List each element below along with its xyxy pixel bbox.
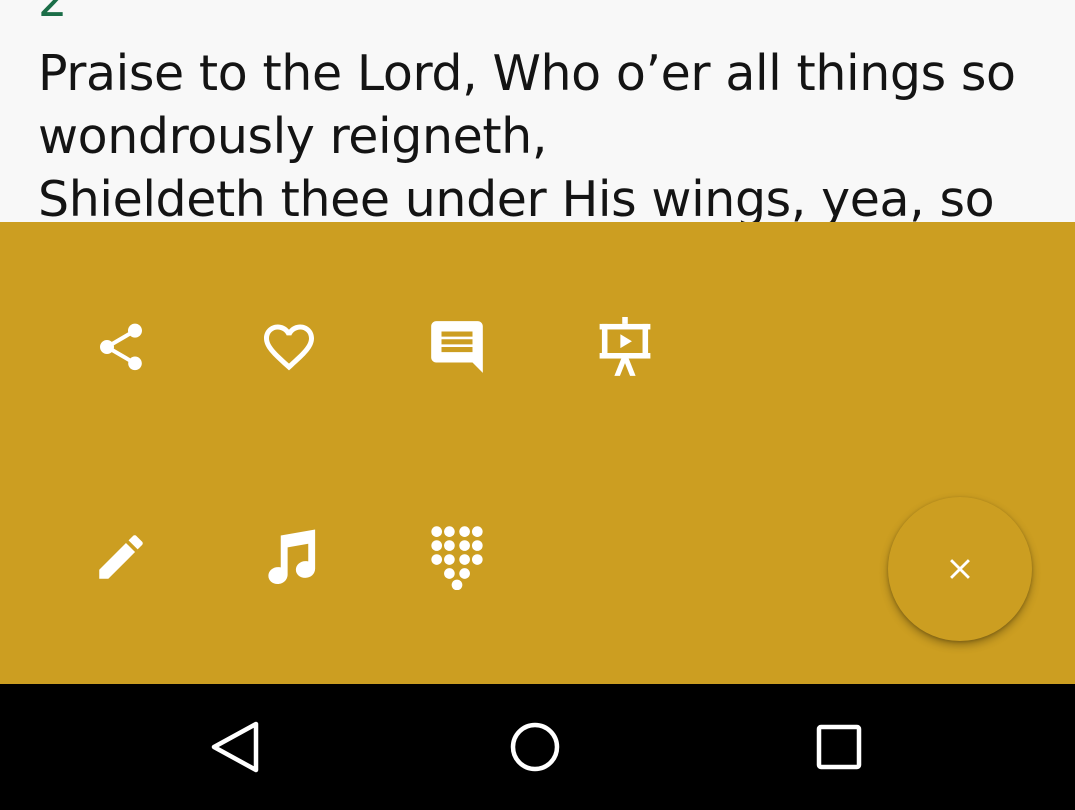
favorite-button[interactable] [244,302,334,392]
close-icon [950,559,970,579]
recents-icon [816,724,862,770]
share-button[interactable] [76,302,166,392]
presentation-button[interactable] [580,302,670,392]
pencil-icon [99,535,143,579]
presentation-icon [599,317,651,376]
dialpad-icon [431,526,483,590]
system-navigation-bar [0,684,1075,810]
lyrics-view: 2 Praise to the Lord, Who o’er all thing… [0,0,1075,222]
music-button[interactable] [244,512,334,602]
back-icon [211,721,259,773]
music-note-icon [268,529,316,584]
recents-button[interactable] [804,712,874,782]
close-fab-button[interactable] [888,497,1032,641]
action-panel [0,222,1075,684]
verse-number: 2 [38,0,68,27]
back-button[interactable] [198,712,268,782]
share-icon [100,323,142,371]
comment-icon [431,321,483,373]
dialpad-button[interactable] [412,512,502,602]
comment-button[interactable] [412,302,502,392]
home-icon [510,722,560,772]
heart-icon [264,324,314,371]
verse-line: Praise to the Lord, Who o’er all things … [38,45,1016,102]
home-button[interactable] [500,712,570,782]
edit-button[interactable] [76,512,166,602]
verse-line: wondrously reigneth, [38,108,548,165]
verse-line: Shieldeth thee under His wings, yea, so [38,171,995,222]
verse-text: Praise to the Lord, Who o’er all things … [38,42,1038,222]
